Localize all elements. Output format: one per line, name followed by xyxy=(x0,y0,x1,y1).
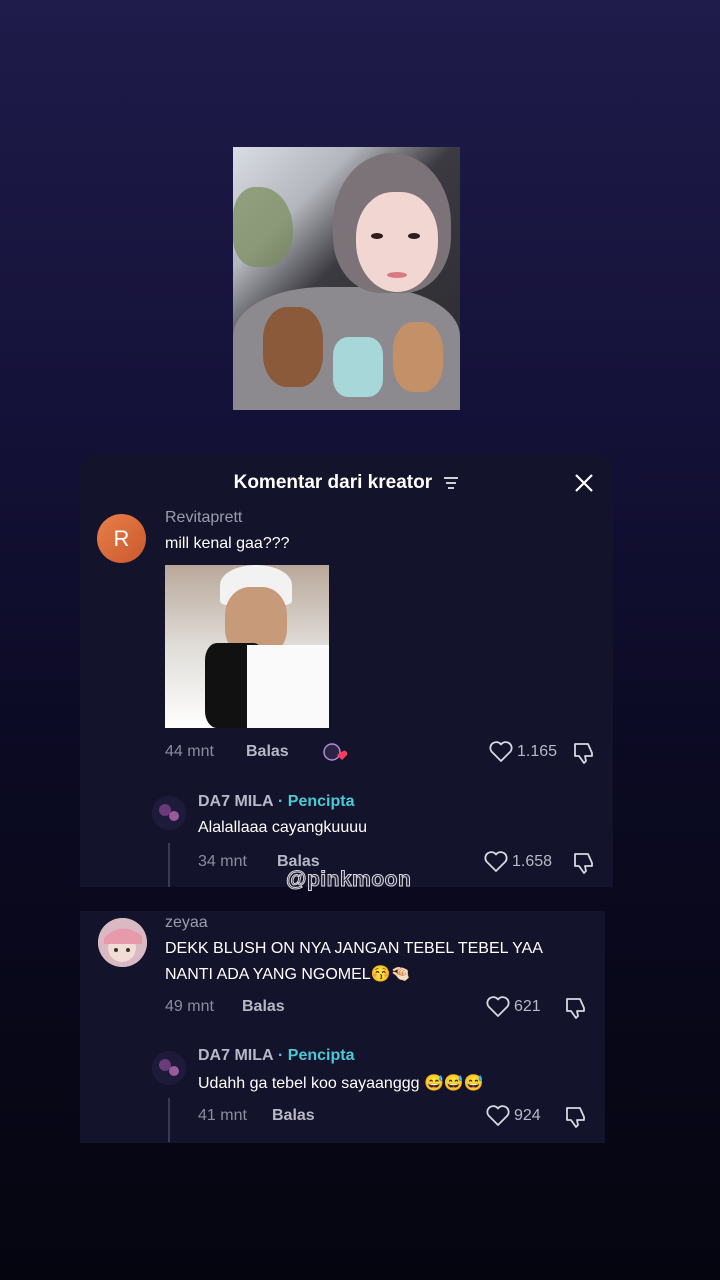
reply-username[interactable]: DA7 MILA xyxy=(198,793,274,810)
user-avatar-icon xyxy=(98,918,147,967)
reply-header: DA7 MILA · Pencipta xyxy=(198,1047,354,1065)
comment-text-line2: NANTI ADA YANG NGOMEL😚🤏🏻 xyxy=(165,966,411,983)
comment-text-line1: DEKK BLUSH ON NYA JANGAN TEBEL TEBEL YAA xyxy=(165,940,543,957)
comment-text: mill kenal gaa??? xyxy=(165,535,290,552)
avatar[interactable] xyxy=(152,796,186,830)
video-photo xyxy=(233,147,460,410)
thread-line xyxy=(168,843,170,887)
dislike-icon[interactable] xyxy=(563,995,589,1021)
avatar[interactable] xyxy=(152,1051,186,1085)
reply-button[interactable]: Balas xyxy=(246,743,289,761)
heart-icon[interactable] xyxy=(485,1104,511,1128)
reply-text: Alalallaaa cayangkuuuu xyxy=(198,819,368,836)
comment-image[interactable] xyxy=(165,565,329,728)
reply-time: 41 mnt xyxy=(198,1107,247,1124)
comment-username[interactable]: Revitaprett xyxy=(165,509,242,527)
dislike-icon[interactable] xyxy=(571,850,597,876)
avatar[interactable] xyxy=(98,918,147,967)
like-count: 1.165 xyxy=(517,743,558,760)
filter-icon[interactable] xyxy=(443,476,459,490)
reply-header: DA7 MILA · Pencipta xyxy=(198,793,354,811)
avatar[interactable]: R xyxy=(97,514,146,563)
close-icon[interactable] xyxy=(571,470,597,496)
like-count: 621 xyxy=(514,998,541,1015)
heart-icon[interactable] xyxy=(488,740,514,764)
heart-icon[interactable] xyxy=(483,850,509,874)
reply-button[interactable]: Balas xyxy=(272,1107,315,1125)
like-count: 924 xyxy=(514,1107,541,1124)
creator-avatar-icon xyxy=(152,796,186,830)
creator-avatar-icon xyxy=(152,1051,186,1085)
panel-title: Komentar dari kreator xyxy=(233,472,433,493)
creator-badge: · Pencipta xyxy=(278,793,355,810)
reply-text: Udahh ga tebel koo sayaanggg 😅😅😅 xyxy=(198,1075,484,1092)
creator-liked-icon xyxy=(323,743,348,761)
creator-badge: · Pencipta xyxy=(278,1047,355,1064)
comment-time: 49 mnt xyxy=(165,998,214,1015)
reply-time: 34 mnt xyxy=(198,853,247,870)
dislike-icon[interactable] xyxy=(571,740,597,766)
heart-icon[interactable] xyxy=(485,995,511,1019)
like-count: 1.658 xyxy=(512,853,553,870)
comment-username[interactable]: zeyaa xyxy=(165,914,208,932)
comment-time: 44 mnt xyxy=(165,743,214,760)
thread-line xyxy=(168,1098,170,1142)
dislike-icon[interactable] xyxy=(563,1104,589,1130)
reply-button[interactable]: Balas xyxy=(242,998,285,1016)
watermark: @pinkmoon xyxy=(285,868,412,892)
reply-username[interactable]: DA7 MILA xyxy=(198,1047,274,1064)
